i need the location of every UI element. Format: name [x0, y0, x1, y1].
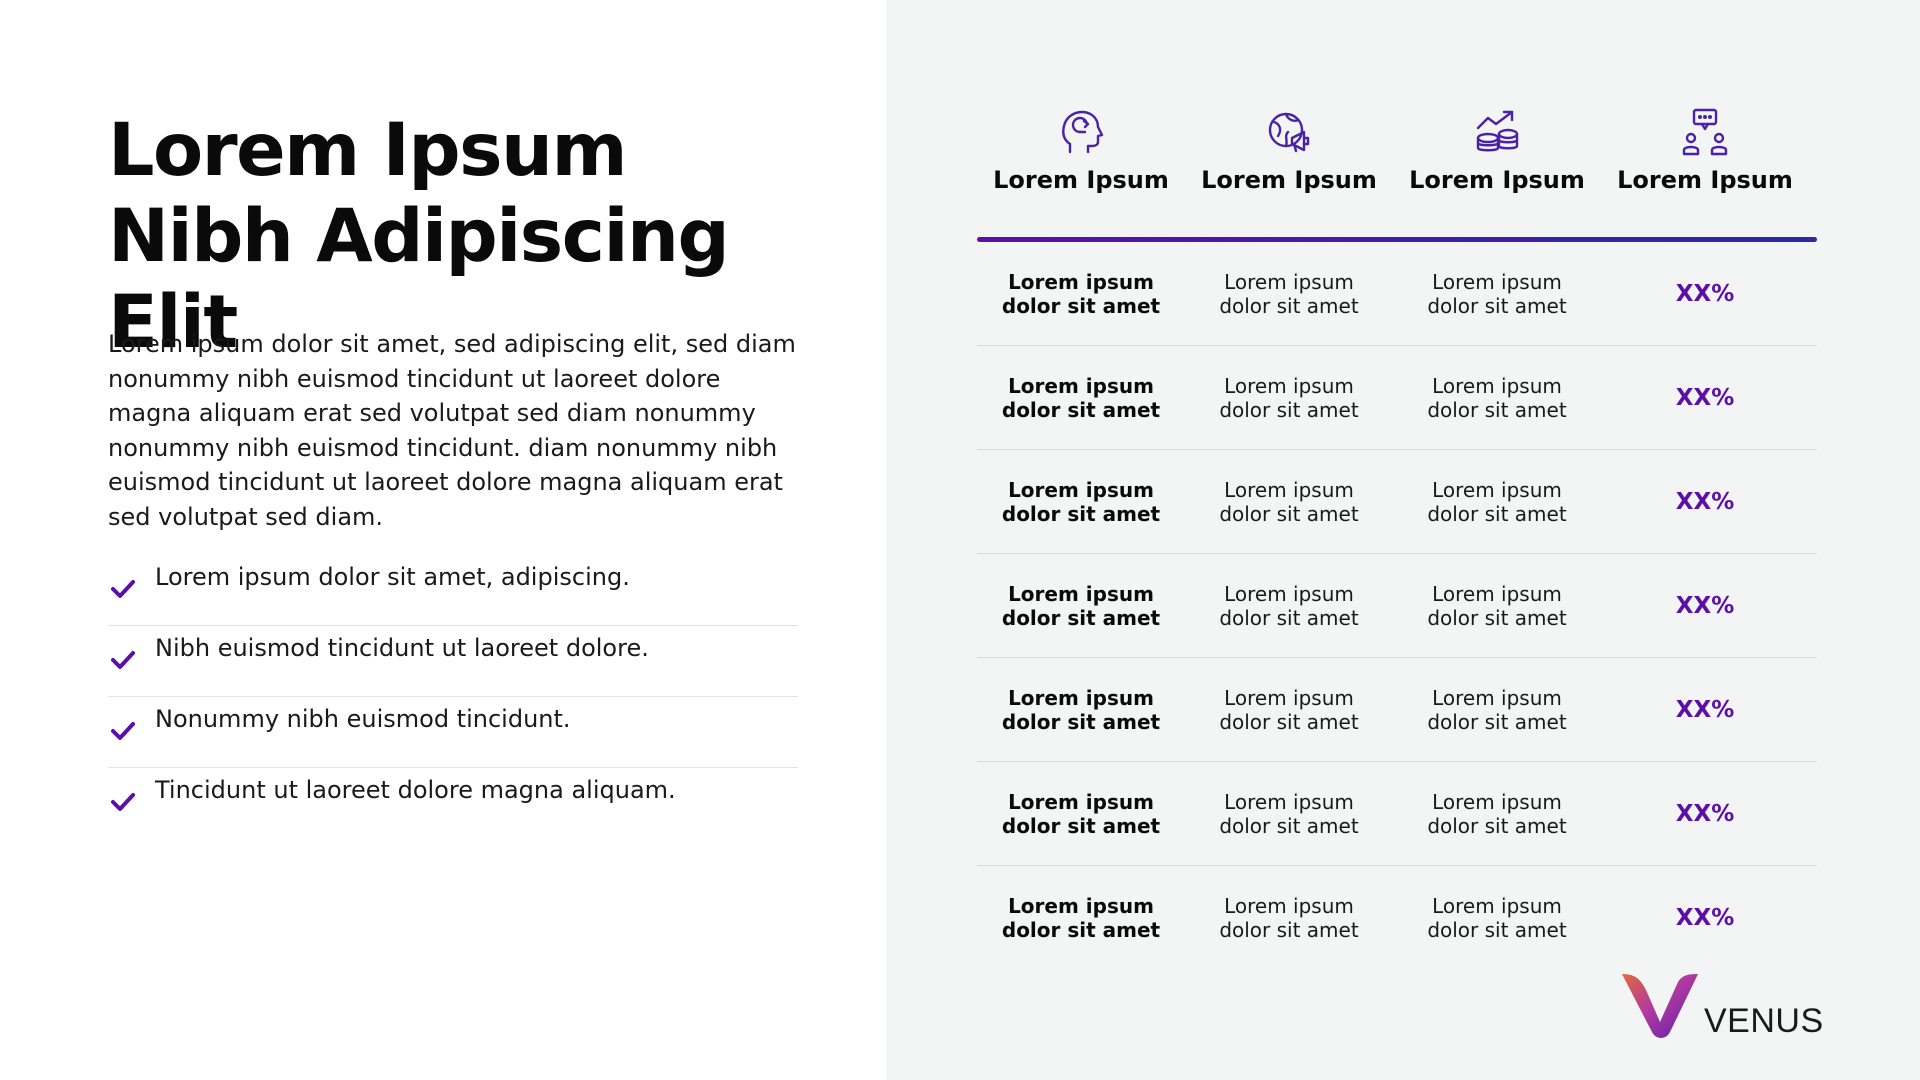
coins-growth-icon: [1476, 110, 1519, 152]
table-cell: Lorem ipsum dolor sit amet: [1001, 581, 1161, 630]
table-row: Lorem ipsum dolor sit amet Lorem ipsum d…: [977, 450, 1817, 554]
bullet-item: Nonummy nibh euismod tincidunt.: [108, 697, 798, 768]
venus-logo-mark: [1622, 974, 1698, 1038]
percent-cell: XX%: [1675, 592, 1735, 619]
percent-cell: XX%: [1675, 696, 1735, 723]
table-cell: Lorem ipsum dolor sit amet: [1219, 893, 1359, 942]
table-header-cell: Lorem Ipsum: [1601, 108, 1809, 212]
percent-cell: XX%: [1675, 384, 1735, 411]
table-cell: Lorem ipsum dolor sit amet: [1219, 789, 1359, 838]
percent-cell: XX%: [1675, 280, 1735, 307]
bullet-list: Lorem ipsum dolor sit amet, adipiscing. …: [108, 555, 798, 838]
table-header-cell: Lorem Ipsum: [977, 108, 1185, 212]
table-header-cell: Lorem Ipsum: [1185, 108, 1393, 212]
bullet-item: Tincidunt ut laoreet dolore magna aliqua…: [108, 768, 798, 838]
table-row: Lorem ipsum dolor sit amet Lorem ipsum d…: [977, 866, 1817, 969]
checkmark-icon: [111, 651, 135, 669]
logo-wordmark: VENUS: [1704, 1002, 1824, 1040]
column-header-label: Lorem Ipsum: [1201, 166, 1377, 194]
bullet-item: Lorem ipsum dolor sit amet, adipiscing.: [108, 555, 798, 626]
table-cell: Lorem ipsum dolor sit amet: [1219, 581, 1359, 630]
percent-cell: XX%: [1675, 800, 1735, 827]
table-row: Lorem ipsum dolor sit amet Lorem ipsum d…: [977, 554, 1817, 658]
table-cell: Lorem ipsum dolor sit amet: [1427, 477, 1567, 526]
table-cell: Lorem ipsum dolor sit amet: [1427, 581, 1567, 630]
table-cell: Lorem ipsum dolor sit amet: [1001, 685, 1161, 734]
bullet-text: Lorem ipsum dolor sit amet, adipiscing.: [155, 563, 630, 591]
checkmark-icon: [111, 722, 135, 740]
column-header-label: Lorem Ipsum: [993, 166, 1169, 194]
table-body: Lorem ipsum dolor sit amet Lorem ipsum d…: [977, 242, 1817, 969]
table-header: Lorem Ipsum Lorem Ipsum Lorem Ipsum Lore…: [977, 108, 1817, 242]
table-cell: Lorem ipsum dolor sit amet: [1427, 373, 1567, 422]
table-header-cell: Lorem Ipsum: [1393, 108, 1601, 212]
table-row: Lorem ipsum dolor sit amet Lorem ipsum d…: [977, 658, 1817, 762]
table-row: Lorem ipsum dolor sit amet Lorem ipsum d…: [977, 242, 1817, 346]
table-row: Lorem ipsum dolor sit amet Lorem ipsum d…: [977, 762, 1817, 866]
checkmark-icon: [111, 793, 135, 811]
comparison-table: Lorem Ipsum Lorem Ipsum Lorem Ipsum Lore…: [977, 108, 1817, 942]
bullet-text: Nibh euismod tincidunt ut laoreet dolore…: [155, 634, 649, 662]
table-cell: Lorem ipsum dolor sit amet: [1427, 269, 1567, 318]
table-cell: Lorem ipsum dolor sit amet: [1001, 789, 1161, 838]
table-cell: Lorem ipsum dolor sit amet: [1001, 269, 1161, 318]
bullet-text: Nonummy nibh euismod tincidunt.: [155, 705, 571, 733]
venus-logo: VENUS: [1620, 972, 1823, 1042]
column-header-label: Lorem Ipsum: [1409, 166, 1585, 194]
table-cell: Lorem ipsum dolor sit amet: [1219, 269, 1359, 318]
table-cell: Lorem ipsum dolor sit amet: [1219, 373, 1359, 422]
table-cell: Lorem ipsum dolor sit amet: [1001, 477, 1161, 526]
table-cell: Lorem ipsum dolor sit amet: [1219, 685, 1359, 734]
table-cell: Lorem ipsum dolor sit amet: [1427, 789, 1567, 838]
head-idea-icon: [1062, 110, 1104, 154]
bullet-text: Tincidunt ut laoreet dolore magna aliqua…: [155, 776, 676, 804]
table-cell: Lorem ipsum dolor sit amet: [1219, 477, 1359, 526]
percent-cell: XX%: [1675, 488, 1735, 515]
table-cell: Lorem ipsum dolor sit amet: [1001, 373, 1161, 422]
column-header-label: Lorem Ipsum: [1617, 166, 1793, 194]
team-chat-icon: [1682, 108, 1728, 156]
checkmark-icon: [111, 580, 135, 598]
percent-cell: XX%: [1675, 904, 1735, 931]
intro-paragraph: Lorem ipsum dolor sit amet, sed adipisci…: [108, 330, 796, 531]
table-cell: Lorem ipsum dolor sit amet: [1427, 893, 1567, 942]
table-cell: Lorem ipsum dolor sit amet: [1427, 685, 1567, 734]
table-cell: Lorem ipsum dolor sit amet: [1001, 893, 1161, 942]
bullet-item: Nibh euismod tincidunt ut laoreet dolore…: [108, 626, 798, 697]
table-row: Lorem ipsum dolor sit amet Lorem ipsum d…: [977, 346, 1817, 450]
globe-megaphone-icon: [1268, 112, 1310, 153]
